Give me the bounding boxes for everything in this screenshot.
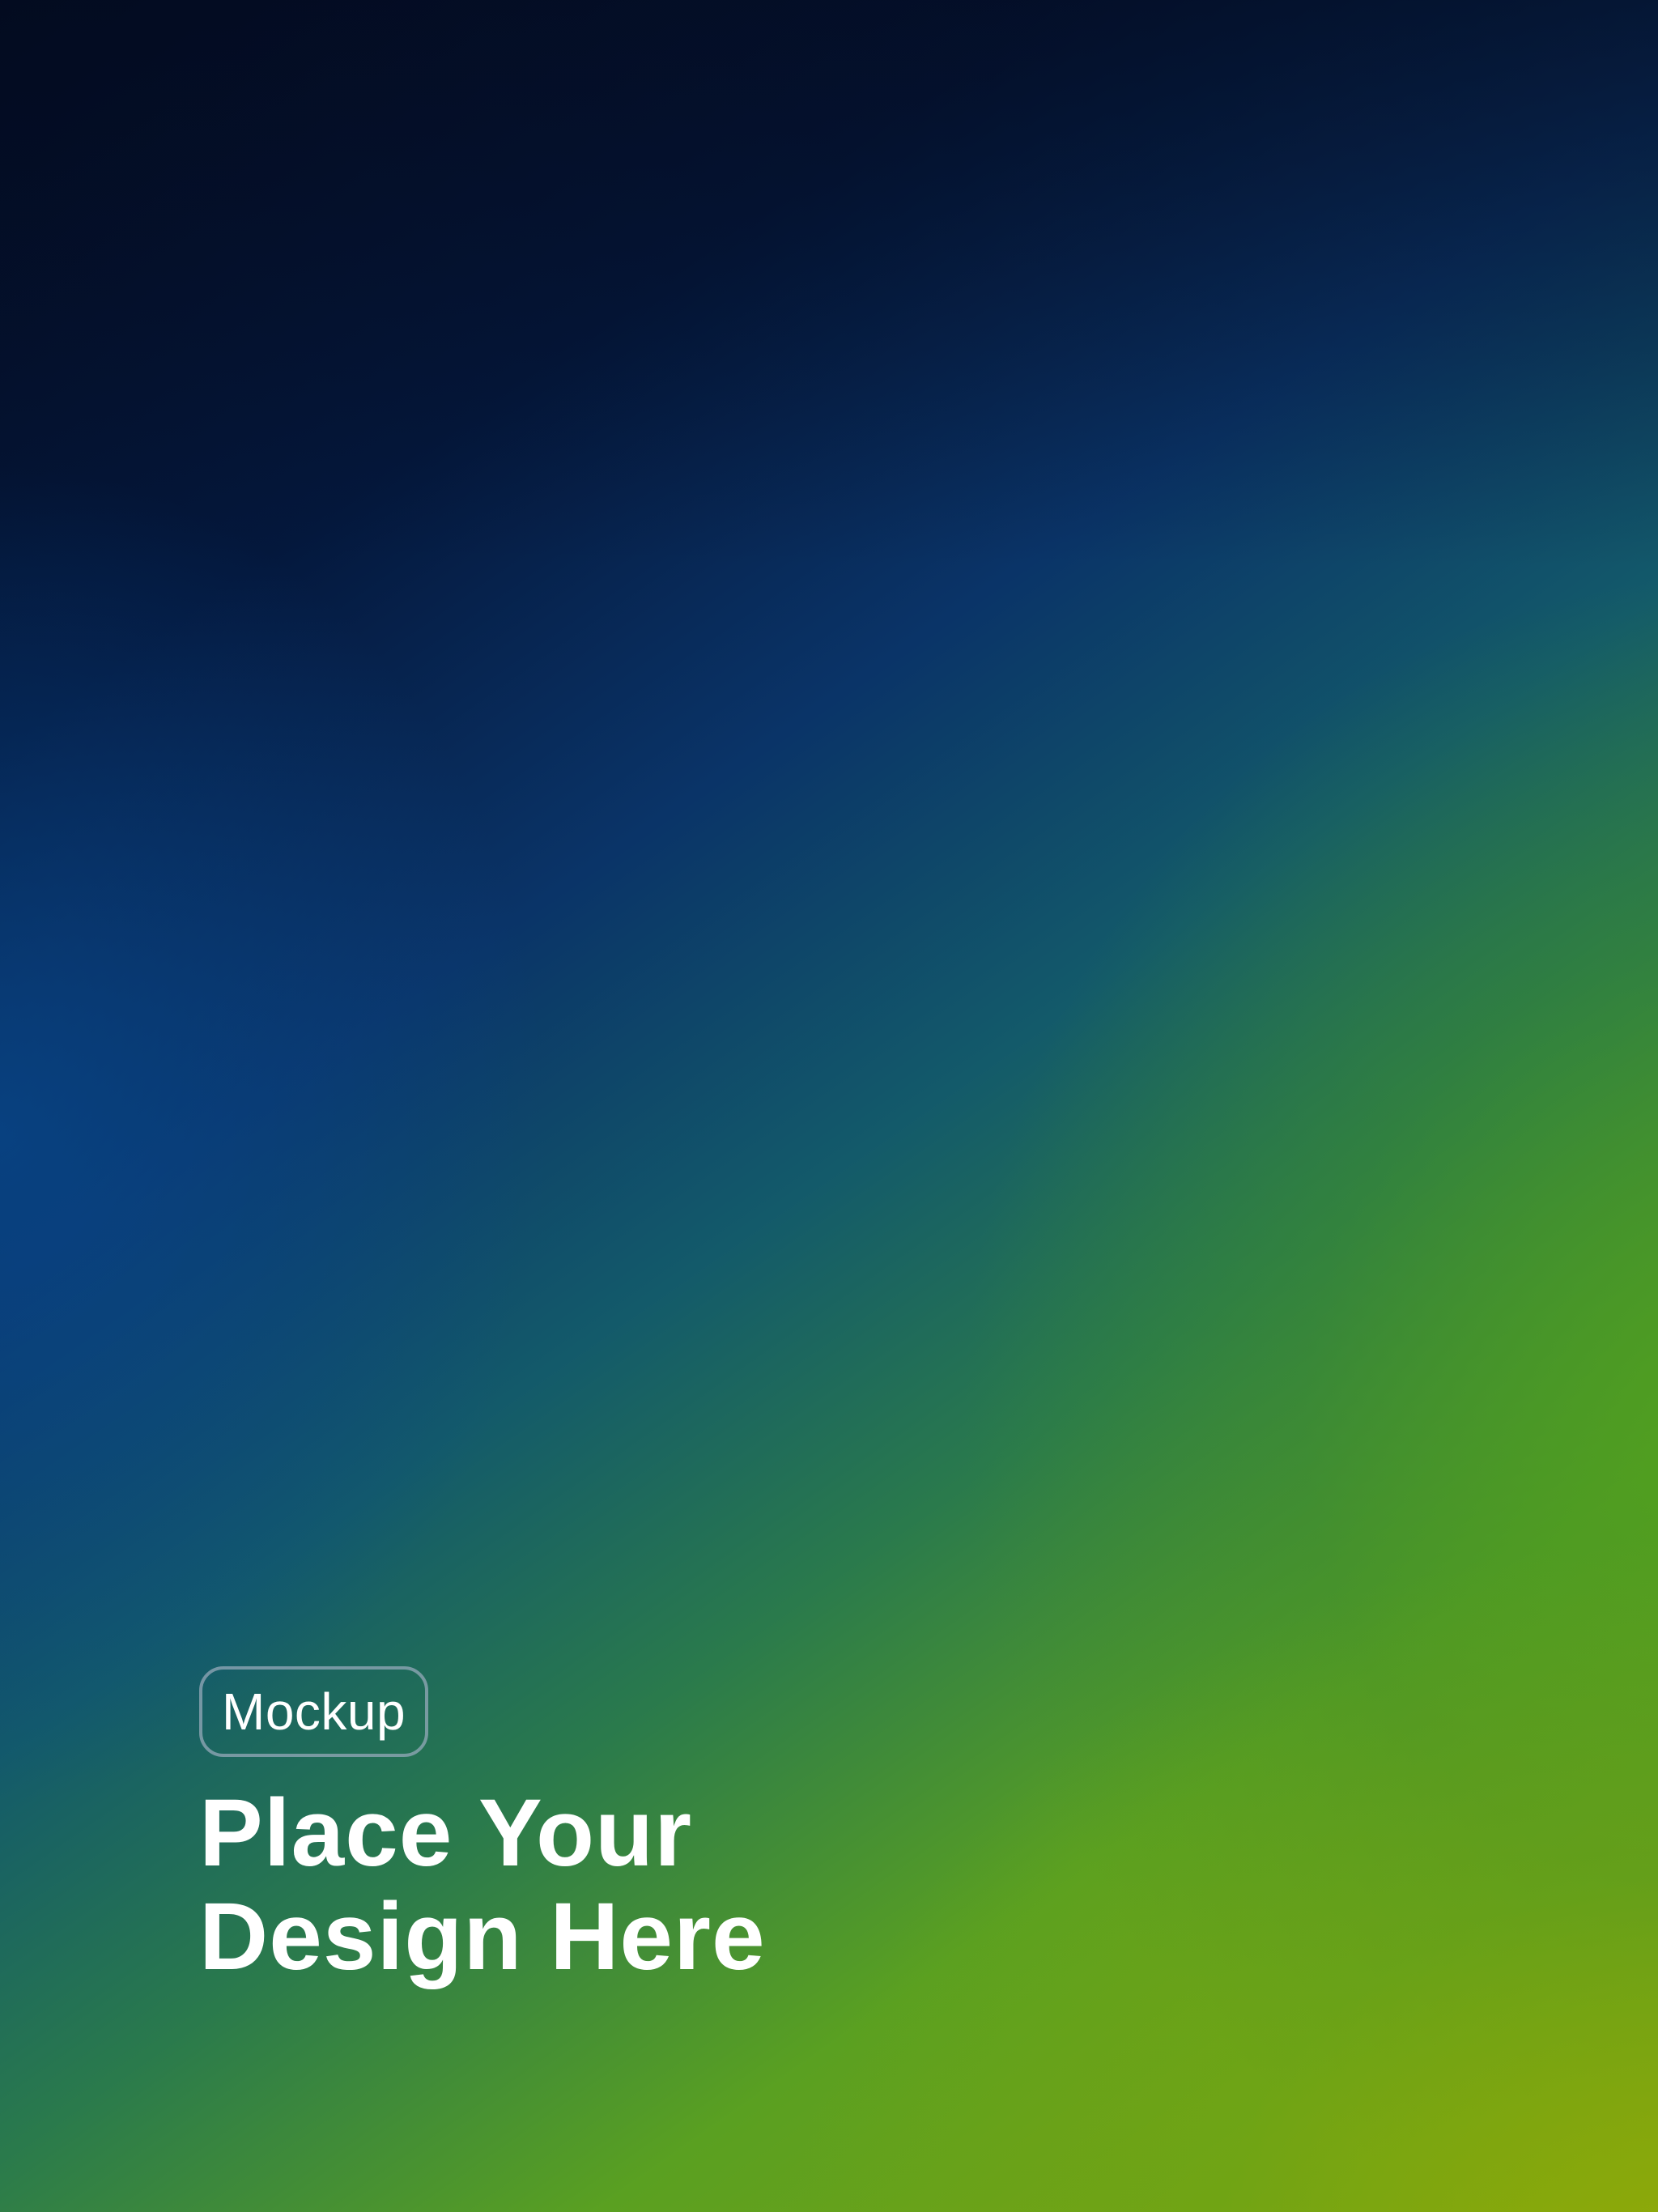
hero-content: Mockup Place Your Design Here [199,1666,1333,1989]
mockup-screen: Mockup Place Your Design Here [0,0,1658,2212]
hero-headline: Place Your Design Here [199,1781,1333,1989]
mockup-badge: Mockup [199,1666,429,1757]
headline-line-1: Place Your [199,1780,693,1887]
background-gradient [0,0,1658,567]
headline-line-2: Design Here [199,1883,766,1990]
